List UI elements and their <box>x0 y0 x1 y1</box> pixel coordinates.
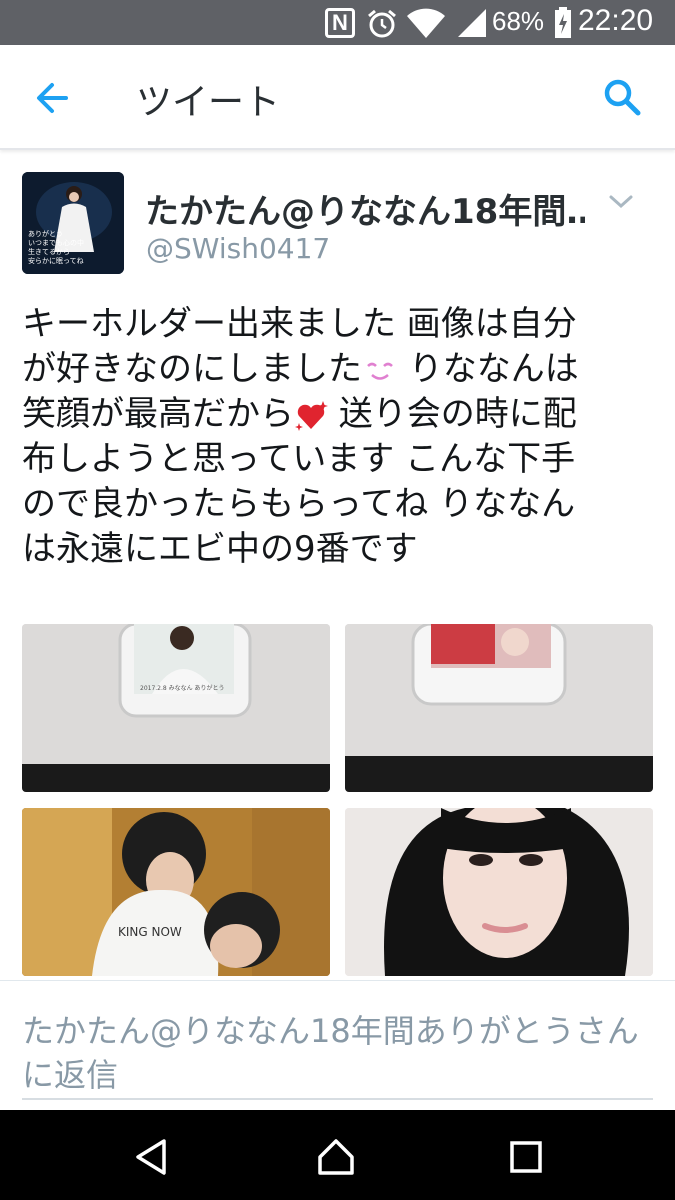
media-photo-3[interactable]: KING NOW <box>22 808 330 976</box>
back-triangle-icon <box>136 1139 166 1175</box>
tweet-text-segment: りななんは <box>398 349 579 389</box>
keychain-photo-icon <box>345 624 653 792</box>
wifi-icon <box>407 8 445 38</box>
avatar-image: ありがとう いつまでも心の中 生きてるから 安らかに眠ってね <box>22 172 124 274</box>
battery-icon <box>555 7 571 38</box>
home-icon <box>318 1139 354 1175</box>
tweet-text-line: が好きなのにしました りななんは <box>22 347 652 392</box>
divider <box>22 1098 653 1100</box>
media-photo-2[interactable] <box>345 624 653 792</box>
keychain-photo-icon: 2017.2.8 みななん ありがとう <box>22 624 330 792</box>
tweet-text-segment: が好きなのにしました <box>22 349 362 389</box>
alarm-icon <box>368 9 396 38</box>
user-handle[interactable]: @SWish0417 <box>146 232 330 265</box>
photo-icon <box>345 808 653 976</box>
tweet-text-segment: 笑顔が最高だから <box>22 394 294 434</box>
system-nav-bar <box>0 1110 675 1200</box>
photo-icon: KING NOW <box>22 808 330 976</box>
reply-section: たかたん@りななん18年間ありがとうさんに返信 <box>0 980 675 1105</box>
svg-text:2017.2.8 みななん ありがとう: 2017.2.8 みななん ありがとう <box>140 684 225 692</box>
svg-text:生きてるから: 生きてるから <box>28 247 70 256</box>
tweet-text-line: は永遠にエビ中の9番です <box>22 529 418 569</box>
chevron-down-icon <box>609 195 633 209</box>
display-name[interactable]: たかたん@りななん18年間… <box>145 184 585 233</box>
clock: 22:20 <box>578 4 654 37</box>
system-recents-button[interactable] <box>504 1135 548 1179</box>
system-home-button[interactable] <box>314 1135 358 1179</box>
sparkling-heart-emoji <box>295 400 328 431</box>
tweet-text-line: キーホルダー出来ました 画像は自分 <box>22 304 577 344</box>
search-icon <box>604 79 641 116</box>
back-button[interactable] <box>28 75 78 121</box>
search-button[interactable] <box>600 75 644 119</box>
tweet-text-line: ので良かったらもらってね りななん <box>22 484 576 524</box>
nfc-icon: N <box>325 8 355 38</box>
page-title: ツイート <box>136 82 281 123</box>
system-back-button[interactable] <box>130 1135 174 1179</box>
avatar[interactable]: ありがとう いつまでも心の中 生きてるから 安らかに眠ってね <box>22 172 124 274</box>
smiling-face-emoji <box>367 362 393 380</box>
svg-text:KING NOW: KING NOW <box>118 925 182 939</box>
tweet-text-segment: 送り会の時に配 <box>328 394 577 434</box>
svg-text:いつまでも心の中: いつまでも心の中 <box>28 238 84 247</box>
tweet-text-line: 笑顔が最高だから 送り会の時に配 <box>22 392 652 437</box>
signal-icon <box>458 9 486 37</box>
recents-icon <box>510 1141 542 1173</box>
media-photo-4[interactable] <box>345 808 653 976</box>
tweet-menu-button[interactable] <box>606 192 636 212</box>
reply-input[interactable]: たかたん@りななん18年間ありがとうさんに返信 <box>22 1009 642 1097</box>
svg-text:ありがとう: ありがとう <box>28 229 63 238</box>
media-photo-1[interactable]: 2017.2.8 みななん ありがとう <box>22 624 330 792</box>
tweet-text: キーホルダー出来ました 画像は自分 が好きなのにしました りななんは 笑顔が最高… <box>22 302 652 572</box>
media-grid: 2017.2.8 みななん ありがとう KING NOW <box>22 624 653 977</box>
battery-percent: 68% <box>492 6 545 36</box>
app-header: ツイート <box>0 45 675 150</box>
tweet-text-line: 布しようと思っています こんな下手 <box>22 439 576 479</box>
svg-text:安らかに眠ってね: 安らかに眠ってね <box>28 256 84 265</box>
arrow-left-icon <box>37 83 68 113</box>
status-bar: N 68% 22:20 <box>0 0 675 45</box>
